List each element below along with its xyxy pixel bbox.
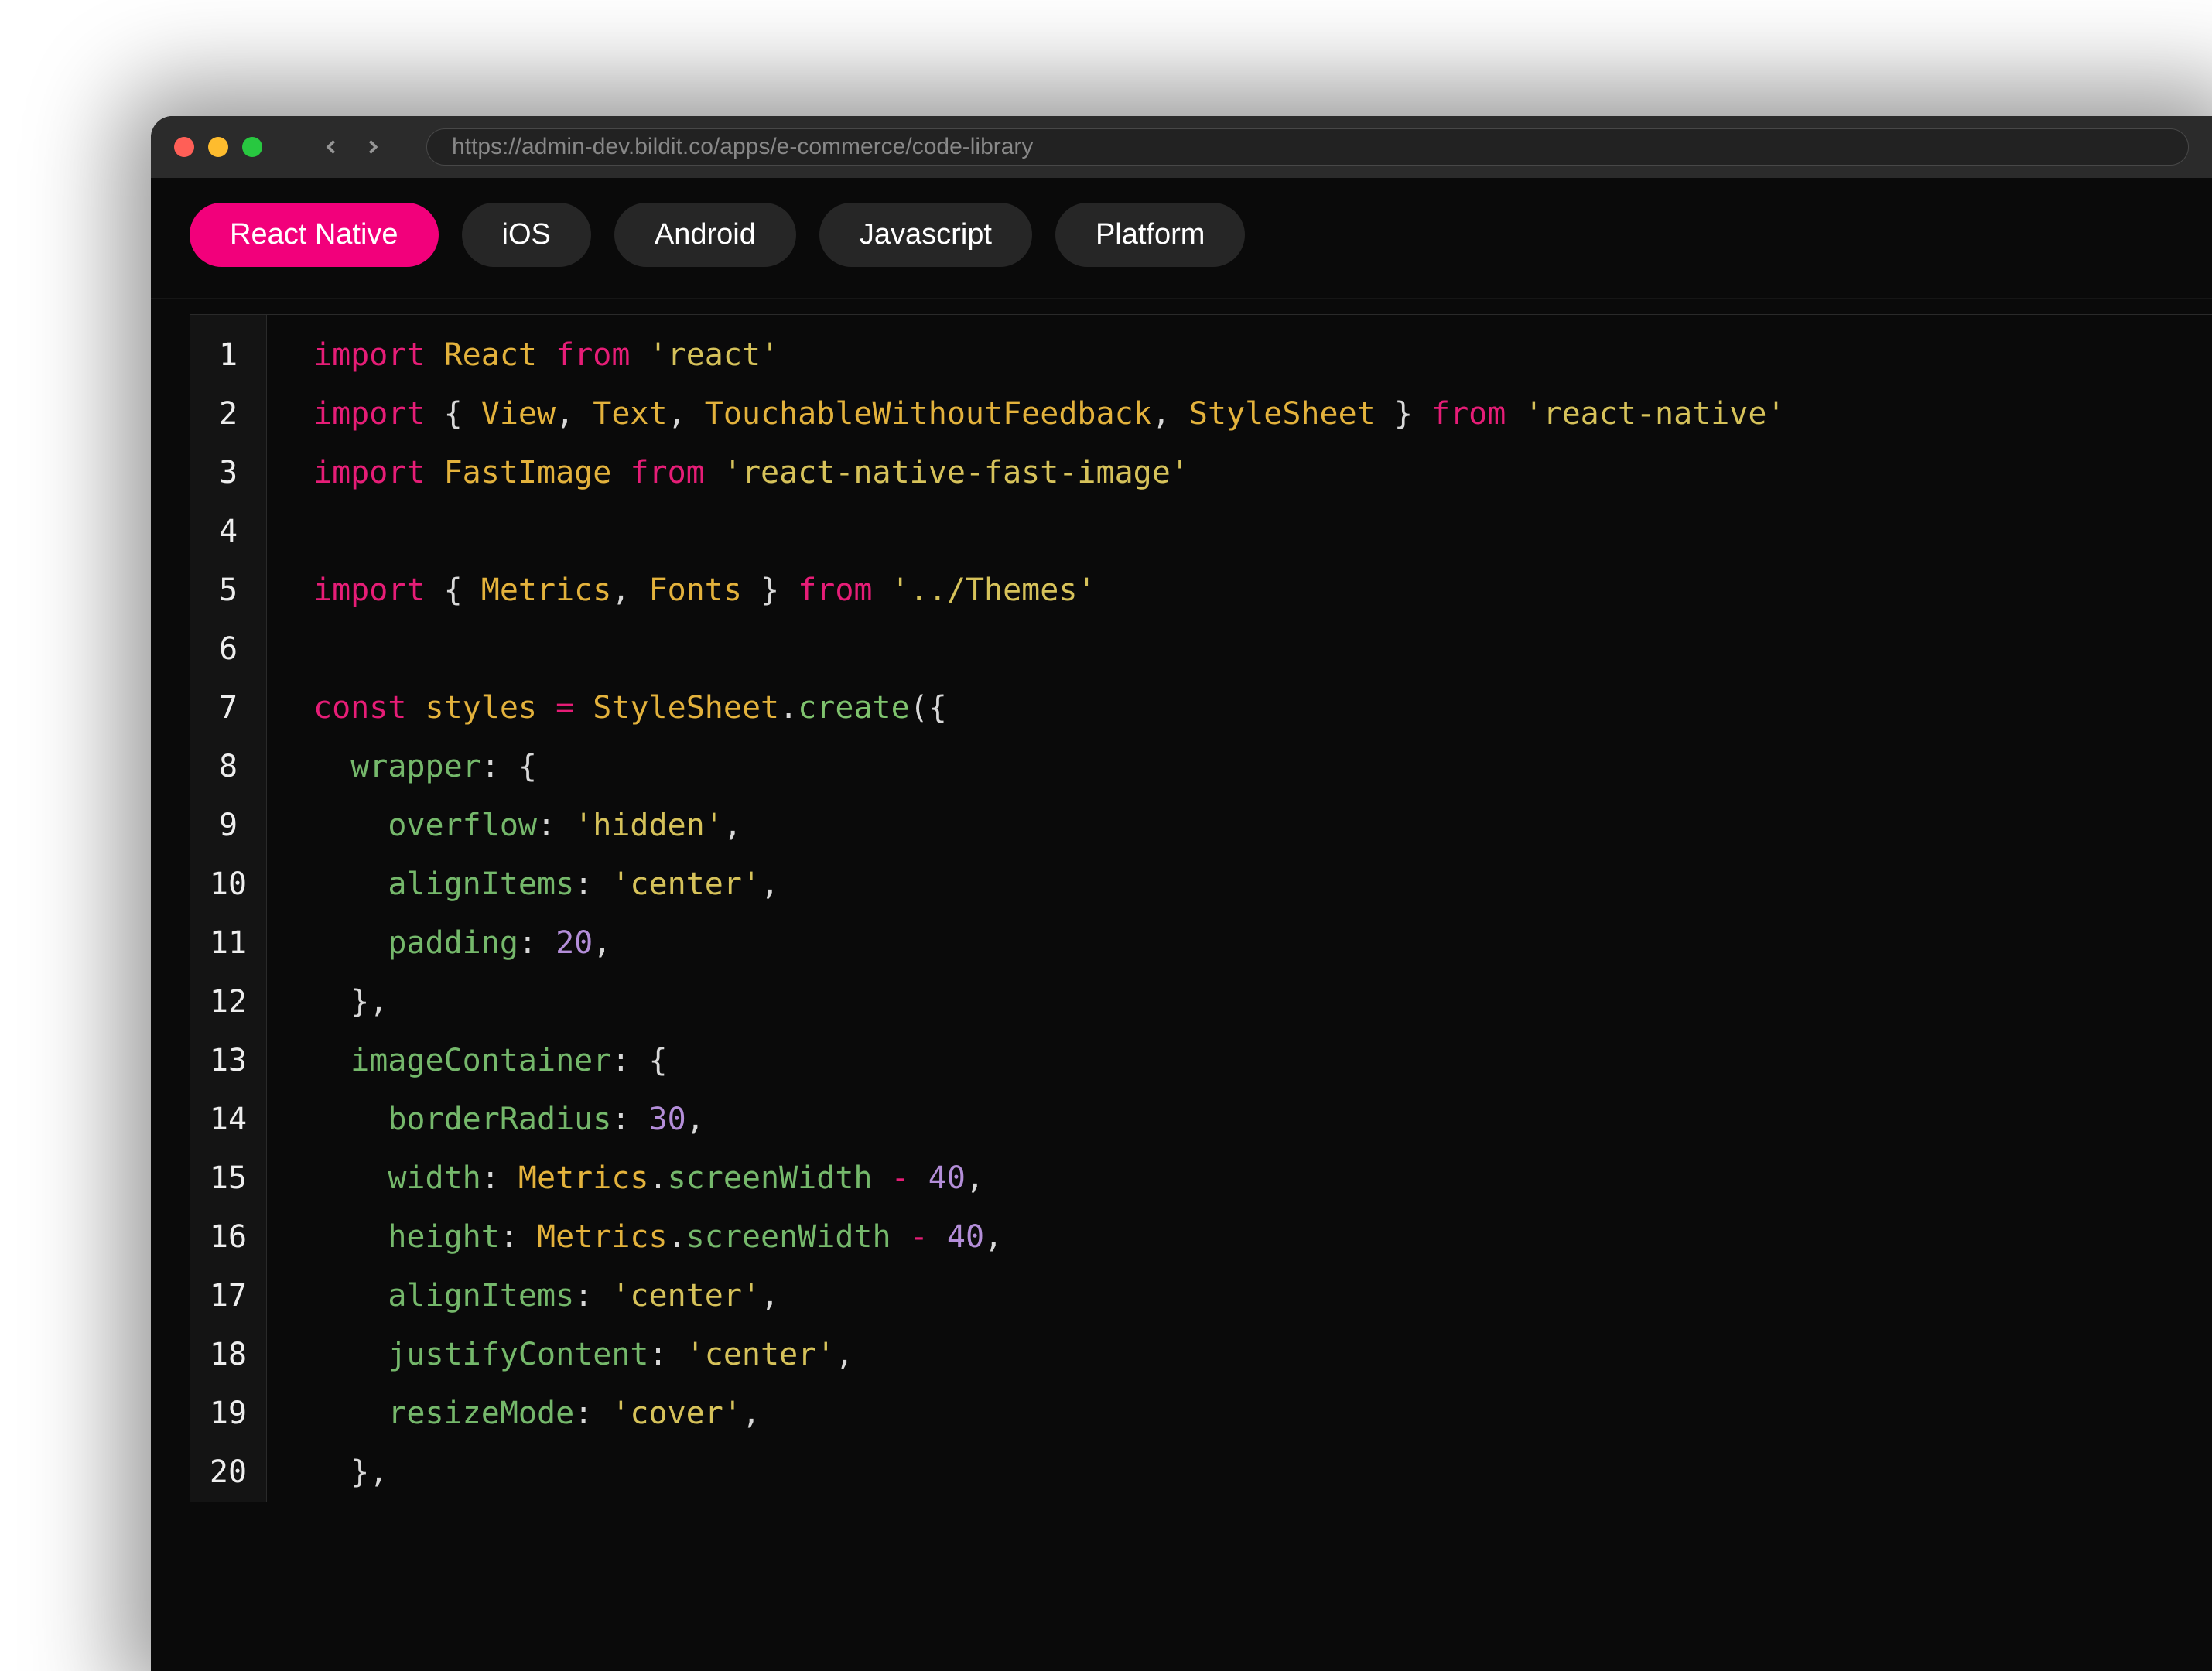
browser-window: https://admin-dev.bildit.co/apps/e-comme… — [151, 116, 2212, 1671]
line-number: 14 — [190, 1090, 266, 1149]
code-line: import FastImage from 'react-native-fast… — [313, 443, 2212, 502]
traffic-lights — [174, 137, 262, 157]
code-line — [313, 620, 2212, 678]
line-number: 19 — [190, 1384, 266, 1443]
line-number: 7 — [190, 678, 266, 737]
tabs-row: React Native iOS Android Javascript Platform — [151, 178, 2212, 299]
line-number: 6 — [190, 620, 266, 678]
url-bar[interactable]: https://admin-dev.bildit.co/apps/e-comme… — [426, 128, 2189, 166]
tab-android[interactable]: Android — [614, 203, 796, 267]
code-line: justifyContent: 'center', — [313, 1325, 2212, 1384]
line-number: 16 — [190, 1208, 266, 1266]
tab-react-native[interactable]: React Native — [190, 203, 439, 267]
minimize-icon[interactable] — [208, 137, 228, 157]
line-number: 11 — [190, 914, 266, 972]
code-line: import { View, Text, TouchableWithoutFee… — [313, 384, 2212, 443]
url-text: https://admin-dev.bildit.co/apps/e-comme… — [452, 134, 1033, 160]
code-line: }, — [313, 1443, 2212, 1502]
nav-arrows — [320, 135, 385, 159]
line-number: 18 — [190, 1325, 266, 1384]
back-button[interactable] — [320, 135, 343, 159]
code-editor: 1234567891011121314151617181920 import R… — [151, 299, 2212, 1502]
forward-button[interactable] — [361, 135, 385, 159]
line-number: 9 — [190, 796, 266, 855]
code-line: import { Metrics, Fonts } from '../Theme… — [313, 561, 2212, 620]
close-icon[interactable] — [174, 137, 194, 157]
code-area[interactable]: import React from 'react'import { View, … — [267, 314, 2212, 1502]
code-line: alignItems: 'center', — [313, 1266, 2212, 1325]
tab-javascript[interactable]: Javascript — [819, 203, 1032, 267]
titlebar: https://admin-dev.bildit.co/apps/e-comme… — [151, 116, 2212, 178]
code-line — [313, 502, 2212, 561]
line-number: 13 — [190, 1031, 266, 1090]
code-line: width: Metrics.screenWidth - 40, — [313, 1149, 2212, 1208]
tab-platform[interactable]: Platform — [1055, 203, 1245, 267]
line-number: 20 — [190, 1443, 266, 1502]
code-line: import React from 'react' — [313, 326, 2212, 384]
code-line: borderRadius: 30, — [313, 1090, 2212, 1149]
line-number: 10 — [190, 855, 266, 914]
line-number: 5 — [190, 561, 266, 620]
code-line: resizeMode: 'cover', — [313, 1384, 2212, 1443]
code-line: imageContainer: { — [313, 1031, 2212, 1090]
line-number: 17 — [190, 1266, 266, 1325]
line-number: 2 — [190, 384, 266, 443]
line-number: 4 — [190, 502, 266, 561]
maximize-icon[interactable] — [242, 137, 262, 157]
tab-ios[interactable]: iOS — [462, 203, 591, 267]
line-number-gutter: 1234567891011121314151617181920 — [190, 314, 267, 1502]
line-number: 1 — [190, 326, 266, 384]
code-line: height: Metrics.screenWidth - 40, — [313, 1208, 2212, 1266]
code-line: wrapper: { — [313, 737, 2212, 796]
code-line: overflow: 'hidden', — [313, 796, 2212, 855]
code-line: padding: 20, — [313, 914, 2212, 972]
code-line: }, — [313, 972, 2212, 1031]
code-line: const styles = StyleSheet.create({ — [313, 678, 2212, 737]
line-number: 12 — [190, 972, 266, 1031]
line-number: 15 — [190, 1149, 266, 1208]
line-number: 3 — [190, 443, 266, 502]
code-line: alignItems: 'center', — [313, 855, 2212, 914]
line-number: 8 — [190, 737, 266, 796]
